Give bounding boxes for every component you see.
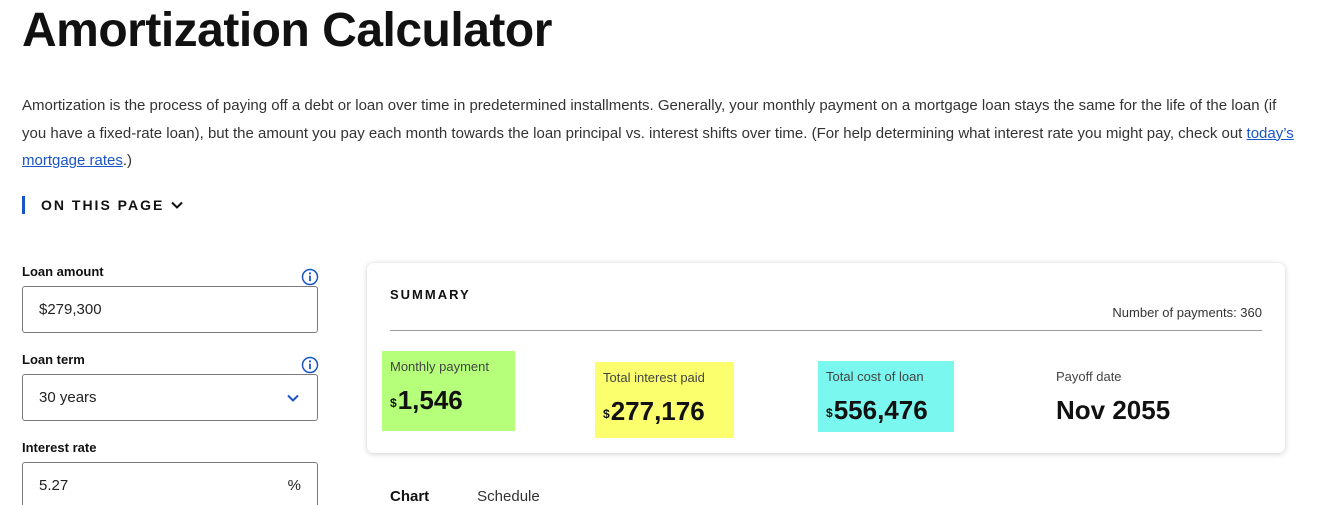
intro-text-end: .) — [122, 152, 133, 169]
monthly-payment-amount: 1,546 — [397, 385, 463, 415]
info-icon[interactable] — [301, 268, 319, 286]
total-interest-label: Total interest paid — [603, 370, 705, 385]
loan-term-select[interactable]: 30 years — [22, 374, 318, 421]
tab-schedule[interactable]: Schedule — [477, 488, 540, 505]
intro-text: Amortization is the process of paying of… — [22, 97, 1277, 142]
total-cost-stat: Total cost of loan $556,476 — [818, 361, 954, 432]
amortization-page: Amortization Calculator Amortization is … — [0, 0, 1325, 505]
total-interest-value: $277,176 — [603, 396, 726, 426]
currency-symbol: $ — [603, 407, 610, 421]
loan-amount-label: Loan amount — [22, 264, 104, 279]
info-icon[interactable] — [301, 356, 319, 374]
chevron-down-icon — [285, 390, 301, 406]
total-cost-label: Total cost of loan — [826, 369, 924, 384]
payoff-date-stat: Payoff date Nov 2055 — [1048, 361, 1228, 432]
currency-symbol: $ — [390, 396, 397, 410]
interest-rate-label: Interest rate — [22, 440, 97, 455]
number-of-payments: Number of payments: 360 — [1112, 305, 1262, 320]
intro-paragraph: Amortization is the process of paying of… — [22, 92, 1297, 175]
payoff-date-label: Payoff date — [1056, 369, 1122, 384]
monthly-payment-stat: Monthly payment $1,546 — [382, 351, 515, 431]
loan-amount-value: $279,300 — [39, 301, 102, 318]
interest-rate-value: 5.27 — [39, 477, 69, 494]
on-this-page-toggle[interactable]: ON THIS PAGE — [22, 195, 184, 215]
loan-amount-input[interactable]: $279,300 — [22, 286, 318, 333]
on-this-page-label: ON THIS PAGE — [41, 197, 165, 213]
payoff-date-value: Nov 2055 — [1056, 395, 1171, 425]
monthly-payment-value: $1,546 — [390, 385, 507, 415]
total-cost-value: $556,476 — [826, 395, 946, 425]
summary-title: SUMMARY — [390, 287, 471, 302]
total-interest-stat: Total interest paid $277,176 — [595, 362, 734, 438]
percent-suffix: % — [287, 477, 301, 494]
accent-bar — [22, 196, 25, 214]
currency-symbol: $ — [826, 406, 833, 420]
chart-schedule-tabs: Chart Schedule — [390, 488, 540, 505]
loan-term-label: Loan term — [22, 352, 85, 367]
summary-card: SUMMARY Number of payments: 360 Monthly … — [367, 263, 1285, 453]
total-cost-amount: 556,476 — [833, 395, 928, 425]
page-title: Amortization Calculator — [22, 4, 552, 57]
chevron-down-icon — [170, 198, 184, 212]
total-interest-amount: 277,176 — [610, 396, 705, 426]
loan-term-value: 30 years — [39, 389, 97, 406]
monthly-payment-label: Monthly payment — [390, 359, 489, 374]
interest-rate-input[interactable]: 5.27 % — [22, 462, 318, 505]
divider — [390, 330, 1262, 331]
tab-chart[interactable]: Chart — [390, 488, 429, 505]
